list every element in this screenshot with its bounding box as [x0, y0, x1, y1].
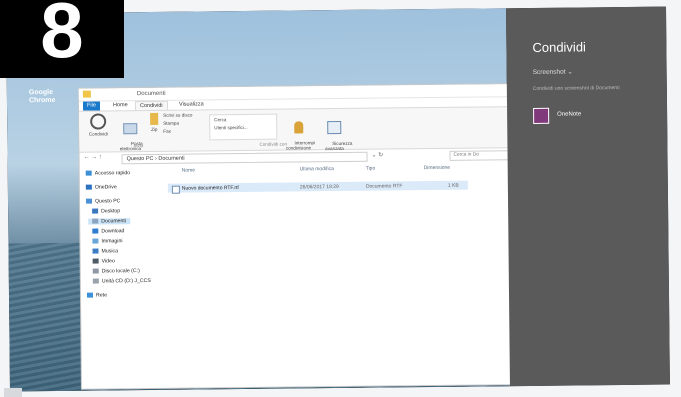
column-name[interactable]: Nome	[182, 167, 195, 173]
specific-users-item[interactable]: Utenti specifici...	[214, 125, 248, 130]
search-input[interactable]: Cerca in Do	[449, 150, 511, 161]
share-with-group-label: Condividi con	[259, 141, 288, 147]
file-modified: 26/06/2017 18:29	[299, 183, 339, 191]
computer-icon	[85, 198, 93, 204]
window-title: Documenti	[136, 90, 166, 98]
nav-item-label: Disco locale (C:)	[101, 268, 140, 275]
nav-item-pictures[interactable]: Immagini	[92, 238, 123, 245]
email-button[interactable]: Posta elettronica	[115, 113, 145, 156]
email-icon	[123, 123, 138, 135]
nav-item-label: OneDrive	[94, 184, 117, 191]
drive-icon	[92, 268, 99, 274]
star-icon	[85, 170, 92, 176]
tab-view[interactable]: Visualizza	[175, 100, 208, 109]
share-with-search[interactable]: Cerca	[214, 117, 226, 122]
file-name[interactable]: Nuovo documento RTF.rtf	[182, 185, 239, 192]
send-group-label: Invia	[133, 143, 144, 149]
zip-button-label: Zip	[151, 126, 158, 132]
share-button-label: Condividi	[88, 131, 108, 137]
nav-item-label: Documenti	[101, 218, 127, 225]
tab-home[interactable]: Home	[109, 101, 132, 110]
column-size[interactable]: Dimensione	[424, 165, 450, 171]
refresh-icon[interactable]: ⌄ ↻	[372, 152, 384, 159]
nav-item-documents[interactable]: Documenti	[88, 218, 131, 225]
share-description: Condividi uno screenshot di Documenti	[532, 85, 620, 92]
nav-item-label: Desktop	[101, 208, 121, 215]
file-explorer-window: Documenti File Home Condividi Visualizza…	[78, 84, 512, 389]
onenote-icon[interactable]	[533, 107, 550, 124]
file-list: Nome Ultima modifica Tipo Dimensione Nuo…	[167, 164, 512, 388]
print-button-label: Stampa	[163, 120, 180, 126]
nav-item-quick-access[interactable]: Accesso rapido	[85, 170, 131, 177]
nav-item-label: Accesso rapido	[94, 170, 131, 177]
burn-button-label: Scrivi su disco	[163, 112, 193, 118]
video-icon	[92, 258, 99, 264]
documents-icon	[92, 218, 99, 224]
fax-button-label: Fax	[163, 128, 171, 134]
nav-item-music[interactable]: Musica	[92, 248, 119, 255]
cloud-icon	[85, 184, 92, 190]
file-size: 1 KB	[447, 182, 459, 189]
nav-item-label: Questo PC	[94, 198, 121, 205]
column-modified[interactable]: Ultima modifica	[300, 166, 334, 172]
zip-button[interactable]: Zip	[147, 112, 161, 132]
nav-item-cd-drive[interactable]: Unità CD (D:) J_CCS	[92, 277, 151, 285]
lock-icon	[293, 121, 303, 134]
stop-sharing-label: Interrompi condivisione	[285, 140, 316, 151]
security-icon	[327, 120, 342, 135]
nav-item-label: Rete	[95, 292, 107, 299]
nav-item-downloads[interactable]: Download	[92, 228, 124, 234]
onenote-label[interactable]: OneNote	[557, 111, 581, 117]
nav-item-label: Unità CD (D:) J_CCS	[101, 277, 151, 285]
zip-icon	[150, 112, 159, 125]
nav-item-label: Immagini	[101, 238, 123, 245]
share-icon	[90, 113, 107, 130]
taskbar-fragment	[4, 388, 22, 397]
print-button[interactable]: Stampa	[163, 121, 179, 126]
burn-button[interactable]: Scrivi su disco	[163, 113, 192, 118]
photo-frame: Google Chrome Documenti File Home Condiv…	[0, 0, 681, 397]
network-icon	[86, 292, 94, 298]
nav-item-label: Musica	[101, 248, 119, 255]
nav-item-local-disk[interactable]: Disco locale (C:)	[92, 268, 140, 275]
step-number-badge: 8	[0, 0, 124, 78]
nav-item-desktop[interactable]: Desktop	[92, 208, 120, 214]
rtf-file-icon	[171, 185, 180, 194]
nav-item-videos[interactable]: Video	[92, 258, 115, 265]
nav-item-label: Download	[101, 228, 125, 235]
screenshot-dropdown[interactable]: Screenshot ⌄	[533, 68, 573, 76]
nav-item-onedrive[interactable]: OneDrive	[85, 184, 117, 191]
share-pane: Condividi Screenshot ⌄ Condividi uno scr…	[506, 6, 670, 387]
share-pane-title: Condividi	[532, 39, 586, 55]
share-button[interactable]: Condividi	[83, 113, 113, 137]
nav-item-label: Video	[101, 258, 115, 265]
desktop-icon-label[interactable]: Google Chrome	[29, 89, 56, 105]
column-type[interactable]: Tipo	[366, 166, 376, 172]
music-icon	[92, 248, 99, 254]
tab-file[interactable]: File	[82, 101, 100, 111]
stop-sharing-button[interactable]: Interrompi condivisione	[281, 111, 315, 155]
fax-button[interactable]: Fax	[163, 129, 171, 134]
cd-icon	[92, 278, 99, 284]
address-bar[interactable]: Questo PC › Documenti	[121, 151, 368, 165]
nav-arrows-icon[interactable]: ← → ↑	[84, 154, 102, 160]
nav-item-this-pc[interactable]: Questo PC	[85, 198, 121, 205]
nav-item-network[interactable]: Rete	[86, 292, 107, 299]
download-icon	[92, 228, 99, 234]
pictures-icon	[92, 238, 99, 244]
navigation-pane: Accesso rapido OneDrive Questo PC Deskto…	[80, 168, 166, 389]
folder-icon	[82, 90, 91, 98]
ribbon: Condividi Posta elettronica Zip Scrivi s…	[79, 106, 510, 156]
file-type: Documento RTF	[365, 183, 403, 190]
desktop-icon	[92, 208, 99, 214]
share-with-list[interactable]: Cerca Utenti specifici...	[209, 113, 278, 141]
